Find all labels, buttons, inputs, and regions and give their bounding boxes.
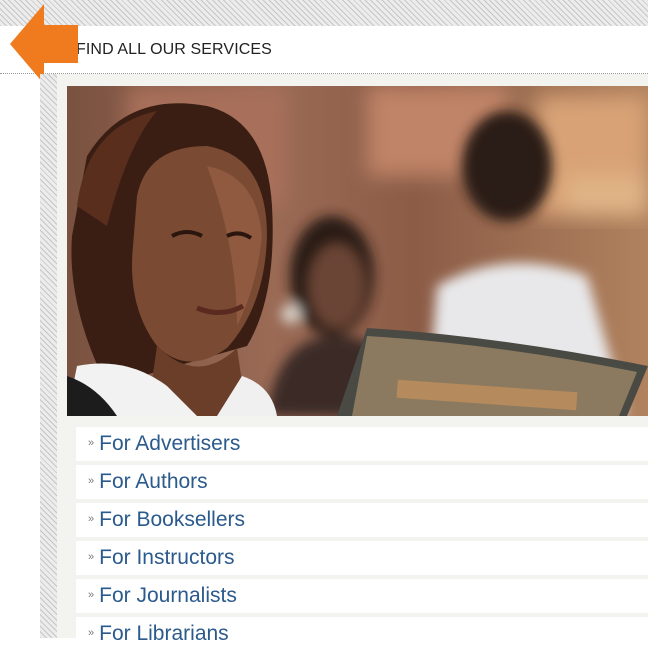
link-label[interactable]: For Journalists xyxy=(99,584,237,608)
link-label[interactable]: For Librarians xyxy=(99,622,229,646)
double-chevron-right-icon: » xyxy=(88,589,95,601)
services-link-list: » For Advertisers » For Authors » For Bo… xyxy=(76,427,648,655)
hatched-top-border xyxy=(0,0,648,26)
link-for-instructors[interactable]: » For Instructors xyxy=(76,541,648,575)
link-label[interactable]: For Advertisers xyxy=(99,432,240,456)
back-arrow-icon[interactable] xyxy=(10,4,78,84)
hatched-left-border xyxy=(40,74,57,638)
link-label[interactable]: For Booksellers xyxy=(99,508,245,532)
link-for-authors[interactable]: » For Authors xyxy=(76,465,648,499)
double-chevron-right-icon: » xyxy=(88,627,95,639)
link-for-journalists[interactable]: » For Journalists xyxy=(76,579,648,613)
link-for-advertisers[interactable]: » For Advertisers xyxy=(76,427,648,461)
double-chevron-right-icon: » xyxy=(88,551,95,563)
link-label[interactable]: For Authors xyxy=(99,470,208,494)
double-chevron-right-icon: » xyxy=(88,475,95,487)
double-chevron-right-icon: » xyxy=(88,513,95,525)
services-heading: FIND ALL OUR SERVICES xyxy=(76,41,272,58)
link-for-booksellers[interactable]: » For Booksellers xyxy=(76,503,648,537)
link-for-librarians[interactable]: » For Librarians xyxy=(76,617,648,651)
students-reading-photo xyxy=(67,86,648,416)
double-chevron-right-icon: » xyxy=(88,437,95,449)
link-label[interactable]: For Instructors xyxy=(99,546,234,570)
